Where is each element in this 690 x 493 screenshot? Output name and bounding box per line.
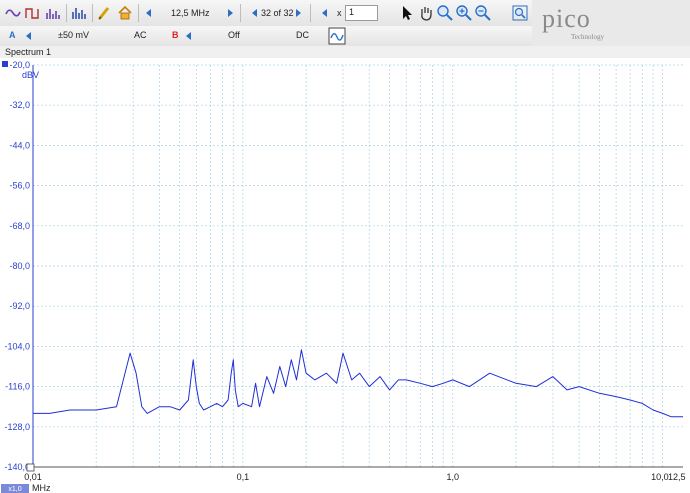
zoom-x-label: x xyxy=(337,8,342,18)
origin-marker xyxy=(26,463,35,472)
zoom-to-fit-icon[interactable] xyxy=(511,4,529,22)
separator xyxy=(138,4,139,22)
y-tick-label: -92,0 xyxy=(9,301,30,311)
buffer-position: 32 of 32 xyxy=(261,8,294,18)
probe-icon[interactable] xyxy=(96,4,114,22)
timebase-decrease-button[interactable] xyxy=(146,9,151,17)
y-tick-label: -140,0 xyxy=(4,462,30,472)
channel-b-label[interactable]: B xyxy=(172,30,179,40)
zoom-area-icon[interactable] xyxy=(436,4,454,22)
brand-logo: pico xyxy=(542,4,591,33)
channel-a-coupling[interactable]: AC xyxy=(134,30,147,40)
channel-b-range[interactable]: Off xyxy=(228,30,240,40)
y-tick-label: -104,0 xyxy=(4,341,30,351)
channel-a-marker[interactable] xyxy=(2,61,8,67)
x-tick-label: 12,5 xyxy=(668,472,686,482)
buffer-previous-button[interactable] xyxy=(252,9,257,17)
timebase-increase-button[interactable] xyxy=(228,9,233,17)
y-tick-label: -116,0 xyxy=(5,382,30,392)
add-spectrum-view-icon[interactable] xyxy=(70,4,88,22)
buffer-next-button[interactable] xyxy=(296,9,301,17)
scope-mode-icon[interactable] xyxy=(4,4,22,22)
zoom-x-decrease-button[interactable] xyxy=(322,9,327,17)
y-axis-unit: dBV xyxy=(22,70,39,80)
signal-generator-icon[interactable] xyxy=(328,27,346,45)
separator xyxy=(240,4,241,22)
channel-a-range-decrease[interactable] xyxy=(26,32,31,40)
hand-tool-icon[interactable] xyxy=(417,4,435,22)
y-tick-label: -80,0 xyxy=(9,261,30,271)
zoom-badge-text: x1,0 xyxy=(8,486,21,493)
x-tick-label: 0,1 xyxy=(237,472,250,482)
channel-a-range[interactable]: ±50 mV xyxy=(58,30,89,40)
y-tick-label: -128,0 xyxy=(4,422,30,432)
spectrum-plot[interactable]: -20,0 -32,0 -44,0 -56,0 -68,0 -80,0 -92,0 -104,… xyxy=(0,58,690,493)
y-tick-label: -44,0 xyxy=(9,140,30,150)
tab-spectrum-1[interactable]: Spectrum 1 xyxy=(3,46,53,58)
channel-b-coupling[interactable]: DC xyxy=(296,30,309,40)
y-tick-label: -32,0 xyxy=(9,100,30,110)
y-tick-label: -68,0 xyxy=(9,221,30,231)
x-tick-label: 1,0 xyxy=(447,472,460,482)
persistence-mode-icon[interactable] xyxy=(24,4,42,22)
zoom-out-icon[interactable] xyxy=(474,4,492,22)
spectrum-mode-icon[interactable] xyxy=(44,4,62,22)
y-tick-label: -56,0 xyxy=(9,181,30,191)
timebase-value[interactable]: 12,5 MHz xyxy=(171,8,210,18)
separator xyxy=(310,4,311,22)
y-tick-label: -20,0 xyxy=(9,60,30,70)
x-axis-unit: MHz xyxy=(32,483,51,493)
x-tick-label: 0,01 xyxy=(24,472,42,482)
home-icon[interactable] xyxy=(116,4,134,22)
channel-a-label[interactable]: A xyxy=(9,30,16,40)
channel-toolbar: A ±50 mV AC B Off DC xyxy=(0,26,532,47)
separator xyxy=(66,4,67,22)
zoom-x-input[interactable]: 1 xyxy=(345,5,378,21)
brand-subtitle: Technology xyxy=(571,33,604,41)
x-tick-label: 10,0 xyxy=(651,472,669,482)
channel-b-range-decrease[interactable] xyxy=(186,32,191,40)
pointer-tool-icon[interactable] xyxy=(398,4,416,22)
zoom-in-icon[interactable] xyxy=(455,4,473,22)
separator xyxy=(92,4,93,22)
